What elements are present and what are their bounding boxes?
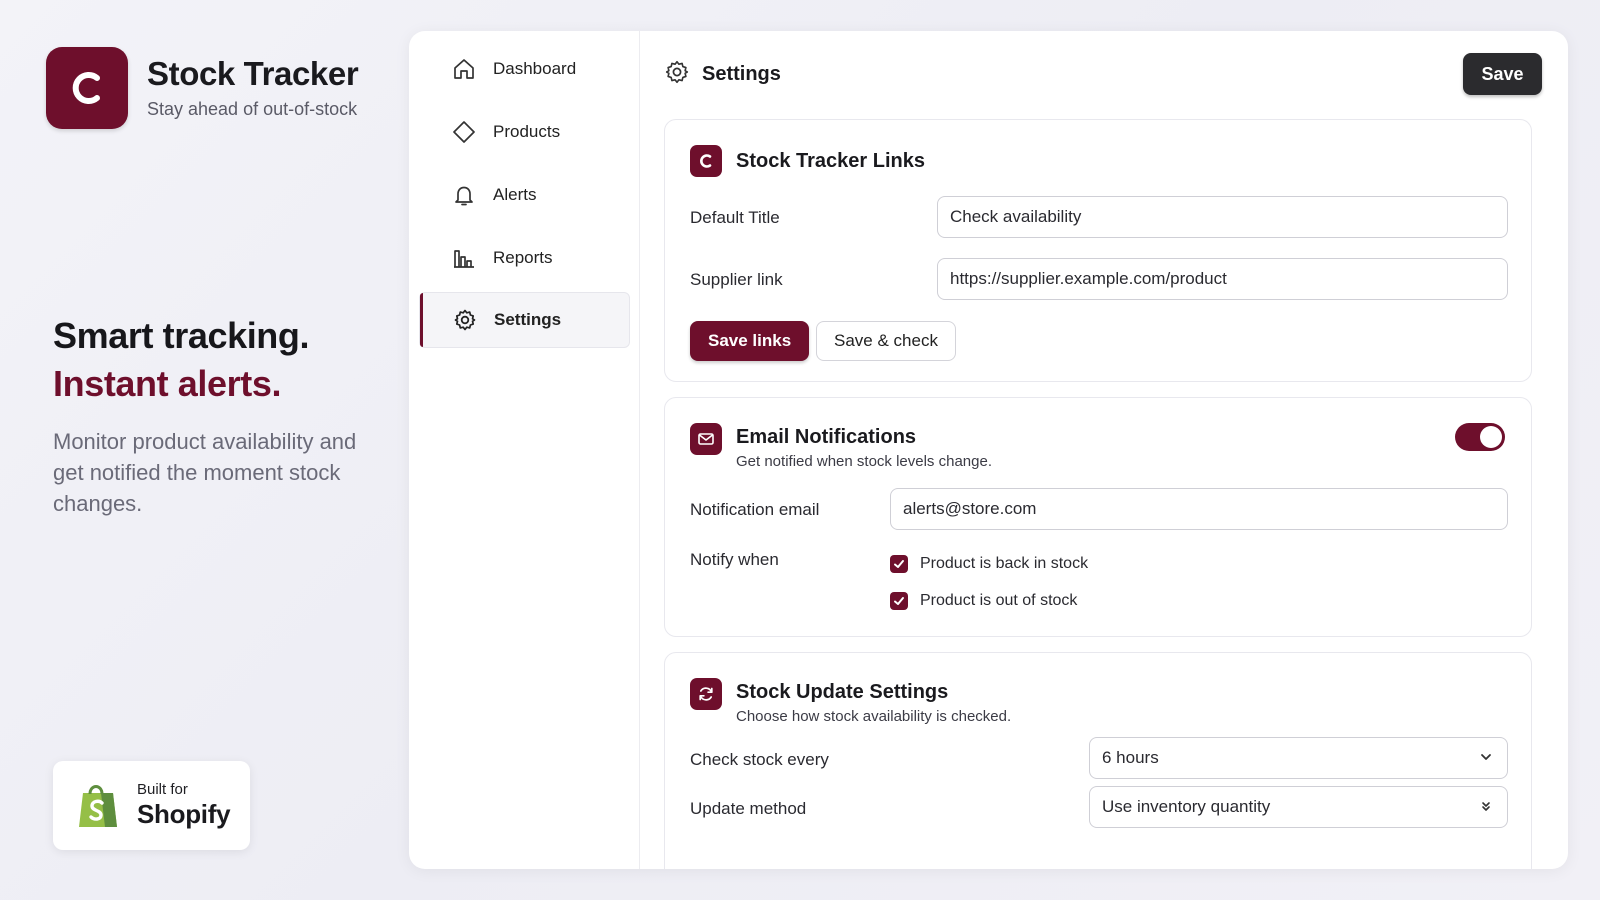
select-value: Use inventory quantity [1102,797,1271,816]
checkbox-out-of-stock[interactable]: Product is out of stock [890,592,1077,610]
check-frequency-select[interactable]: 6 hours [1089,737,1508,779]
shopify-bag-icon [79,784,117,827]
chevron-down-icon [1481,754,1491,760]
brand-title: Stock Tracker [147,55,359,93]
bell-icon [451,182,477,208]
sidebar-item-label: Reports [493,248,553,267]
save-and-check-button[interactable]: Save & check [816,321,956,361]
supplier-link-input[interactable]: https://supplier.example.com/product [937,258,1508,300]
sidebar-item-label: Products [493,122,561,141]
email-notifications-toggle[interactable] [1455,423,1505,451]
hero-description: Monitor product availability and get not… [53,429,357,516]
default-title-label: Default Title [690,208,780,227]
sidebar-item-label: Dashboard [493,59,577,78]
hero: Smart tracking. Instant alerts. Monitor … [53,312,373,519]
sidebar-item-products[interactable]: Products [419,104,630,160]
notification-email-input[interactable]: alerts@store.com [890,488,1508,530]
page-header: Settings Save [664,53,1542,95]
gear-icon [664,59,690,90]
page-title: Settings [702,62,781,85]
sidebar-item-label: Settings [494,310,562,329]
sidebar-item-dashboard[interactable]: Dashboard [419,41,630,97]
sidebar-nav: Dashboard Products Alerts Reports Settin… [409,31,640,869]
built-for-shopify-badge: Built for Shopify [53,761,250,850]
hero-headline: Smart tracking. [53,315,310,356]
check-stock-every-label: Check stock every [690,750,829,769]
notify-when-label: Notify when [690,550,779,569]
brand-logo [46,47,128,129]
checkbox-back-in-stock[interactable]: Product is back in stock [890,555,1088,573]
main-panel: Dashboard Products Alerts Reports Settin… [409,31,1568,869]
notification-email-label: Notification email [690,500,820,519]
logo-c-icon [690,145,722,177]
sidebar-item-reports[interactable]: Reports [419,230,630,286]
sidebar-item-settings[interactable]: Settings [419,292,630,348]
save-button[interactable]: Save [1463,53,1542,95]
checkbox-label: Product is back in stock [920,555,1089,572]
update-method-select[interactable]: Use inventory quantity [1089,786,1508,828]
bar-chart-icon [451,245,477,271]
select-value: 6 hours [1102,748,1159,767]
checkbox-label: Product is out of stock [920,592,1078,609]
refresh-icon [690,678,722,710]
mail-icon [690,423,722,455]
card-description: Get notified when stock levels change. [736,453,992,470]
card-title: Stock Tracker Links [736,150,925,172]
update-method-label: Update method [690,799,807,818]
settings-content: Settings Save Stock Tracker Links Defaul… [640,31,1568,869]
email-notifications-card: Email Notifications Get notified when st… [664,397,1532,637]
sidebar-item-label: Alerts [493,185,537,204]
home-icon [451,56,477,82]
brand-subtitle: Stay ahead of out-of-stock [147,98,358,119]
card-title: Stock Update Settings [736,681,949,703]
card-title: Email Notifications [736,426,917,448]
sidebar-item-alerts[interactable]: Alerts [419,167,630,223]
badge-small-text: Built for [137,781,188,798]
toggle-knob [1480,426,1502,448]
supplier-link-label: Supplier link [690,270,783,289]
tag-icon [451,119,477,145]
card-description: Choose how stock availability is checked… [736,708,1012,725]
hero-headline-accent: Instant alerts. [53,363,282,404]
check-icon [890,592,908,610]
logo-c-icon [72,72,100,104]
gear-icon [452,307,478,333]
chevron-updown-icon [1482,802,1490,811]
check-icon [890,555,908,573]
badge-big-text: Shopify [137,799,231,829]
stock-update-settings-card: Stock Update Settings Choose how stock a… [664,652,1532,869]
save-links-button[interactable]: Save links [690,321,810,361]
stock-tracker-links-card: Stock Tracker Links Default Title Check … [664,119,1532,382]
brand: Stock Tracker Stay ahead of out-of-stock [46,47,359,129]
default-title-input[interactable]: Check availability [937,196,1508,238]
